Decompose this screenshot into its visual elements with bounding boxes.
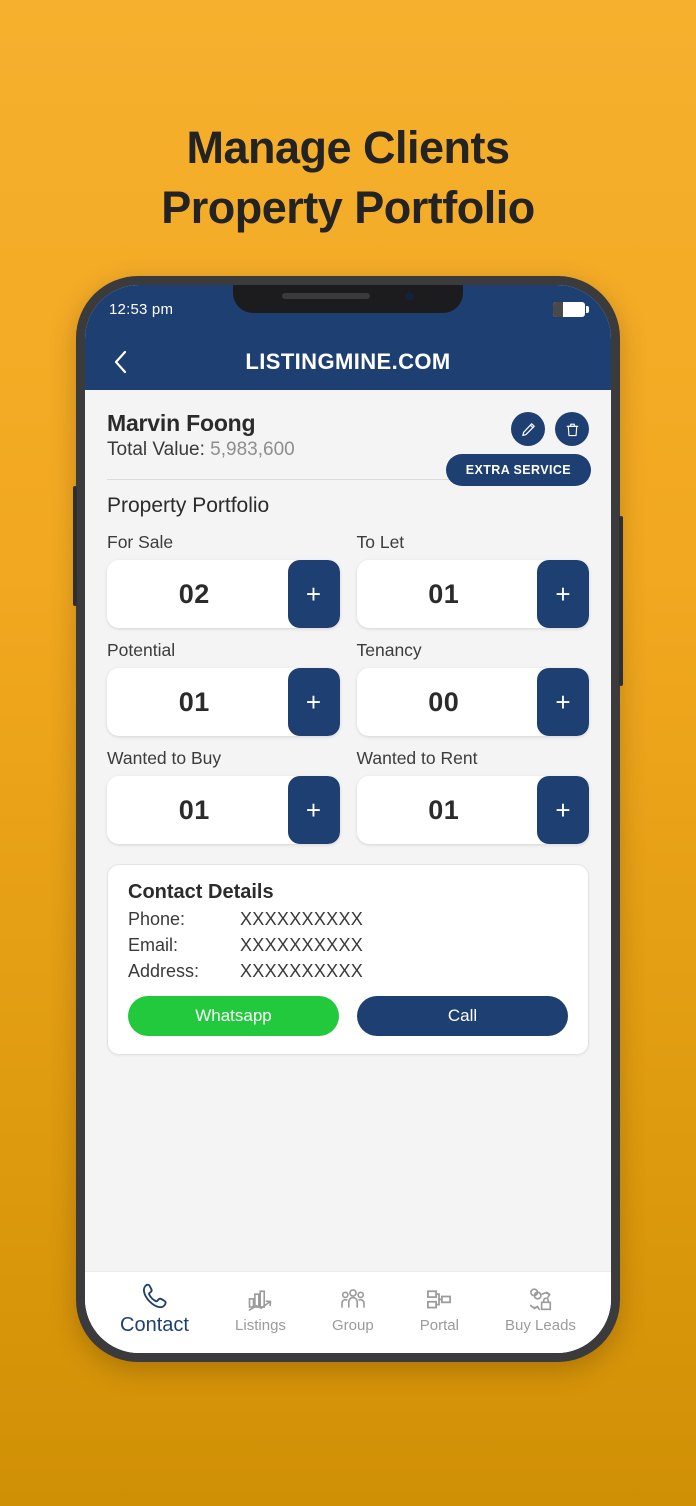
- counter-potential: Potential 01 +: [107, 632, 340, 736]
- contact-key: Address:: [128, 961, 200, 981]
- phone-notch: [233, 285, 463, 313]
- counter-wanted-to-buy: Wanted to Buy 01 +: [107, 740, 340, 844]
- counter-box: 02 +: [107, 560, 340, 628]
- counter-box: 01 +: [356, 560, 589, 628]
- scroll-area[interactable]: Marvin Foong Total Value: 5,983,600 EXTR…: [85, 390, 611, 1271]
- contact-details-card: Contact Details Phone: XXXXXXXXXX Email:…: [107, 864, 589, 1055]
- buildings-chart-icon: [246, 1284, 274, 1314]
- counter-tenancy: Tenancy 00 +: [356, 632, 589, 736]
- counter-value: 01: [428, 794, 460, 825]
- status-time: 12:53 pm: [109, 300, 174, 318]
- add-wanted-to-rent-button[interactable]: +: [537, 776, 589, 844]
- call-button[interactable]: Call: [357, 996, 568, 1036]
- counter-label: Wanted to Rent: [356, 748, 478, 768]
- trash-icon: [566, 423, 578, 436]
- contact-row: Email: XXXXXXXXXX: [128, 932, 568, 958]
- client-summary: Marvin Foong Total Value: 5,983,600 EXTR…: [85, 390, 611, 486]
- delete-button[interactable]: [555, 412, 589, 446]
- contact-details-title: Contact Details: [128, 881, 274, 903]
- counter-wanted-to-rent: Wanted to Rent 01 +: [356, 740, 589, 844]
- app-title: LISTINGMINE.COM: [245, 348, 451, 374]
- phone-icon: [140, 1281, 170, 1311]
- total-value-label: Total Value:: [107, 439, 205, 460]
- nav-label: Listings: [235, 1316, 286, 1334]
- coins-exchange-icon: [526, 1284, 554, 1314]
- nav-label: Portal: [419, 1316, 459, 1334]
- contact-row: Phone: XXXXXXXXXX: [128, 906, 568, 932]
- add-wanted-to-buy-button[interactable]: +: [287, 776, 340, 844]
- contact-actions: Whatsapp Call: [128, 996, 568, 1036]
- counter-label: For Sale: [107, 532, 174, 552]
- counter-box: 01 +: [107, 668, 340, 736]
- add-to-let-button[interactable]: +: [537, 560, 589, 628]
- counter-box: 00 +: [356, 668, 589, 736]
- add-potential-button[interactable]: +: [287, 668, 340, 736]
- contact-value-email: XXXXXXXXXX: [240, 935, 364, 955]
- counter-label: Tenancy: [356, 640, 422, 660]
- screen-content: Marvin Foong Total Value: 5,983,600 EXTR…: [85, 390, 611, 1353]
- counter-box: 01 +: [356, 776, 589, 844]
- total-value-amount: 5,983,600: [210, 439, 295, 460]
- counter-for-sale: For Sale 02 +: [107, 524, 340, 628]
- counter-value: 00: [428, 686, 460, 717]
- extra-service-button[interactable]: EXTRA SERVICE: [445, 454, 591, 486]
- front-camera-icon: [403, 290, 415, 302]
- portfolio-counter-grid: For Sale 02 + To Let 01 + Potential 01 +…: [85, 518, 611, 844]
- status-bar: 12:53 pm: [85, 285, 611, 333]
- contact-key: Email:: [128, 935, 179, 955]
- battery-level: [553, 301, 563, 317]
- speaker-grille: [281, 293, 370, 299]
- counter-value: 01: [178, 794, 210, 825]
- phone-mockup: 12:53 pm LISTINGMINE.COM Marvin Foong To…: [73, 276, 623, 1362]
- nav-item-buy-leads[interactable]: Buy Leads: [505, 1284, 576, 1334]
- counter-value: 01: [428, 578, 460, 609]
- sitemap-icon: [425, 1284, 453, 1314]
- contact-value-address: XXXXXXXXXX: [240, 961, 364, 981]
- nav-item-listings[interactable]: Listings: [235, 1284, 286, 1334]
- nav-label: Buy Leads: [505, 1316, 576, 1334]
- client-actions: [511, 412, 589, 446]
- nav-item-portal[interactable]: Portal: [420, 1284, 459, 1334]
- nav-label: Group: [331, 1316, 374, 1334]
- counter-box: 01 +: [107, 776, 340, 844]
- add-tenancy-button[interactable]: +: [537, 668, 589, 736]
- contact-value-phone: XXXXXXXXXX: [240, 909, 364, 929]
- phone-screen: 12:53 pm LISTINGMINE.COM Marvin Foong To…: [85, 285, 611, 1353]
- app-header: LISTINGMINE.COM: [85, 333, 611, 390]
- counter-label: Potential: [107, 640, 176, 660]
- counter-to-let: To Let 01 +: [356, 524, 589, 628]
- counter-value: 01: [178, 686, 210, 717]
- headline-line-2: Property Portfolio: [161, 182, 535, 233]
- nav-item-contact[interactable]: Contact: [120, 1281, 189, 1337]
- headline-line-1: Manage Clients: [186, 122, 510, 173]
- pencil-icon: [521, 422, 535, 436]
- counter-label: Wanted to Buy: [107, 748, 222, 768]
- page-title: Manage Clients Property Portfolio: [0, 118, 696, 238]
- add-for-sale-button[interactable]: +: [287, 560, 340, 628]
- counter-value: 02: [178, 578, 210, 609]
- battery-icon: [553, 301, 589, 317]
- people-group-icon: [339, 1284, 367, 1314]
- contact-key: Phone:: [128, 909, 186, 929]
- contact-row: Address: XXXXXXXXXX: [128, 958, 568, 984]
- whatsapp-button[interactable]: Whatsapp: [128, 996, 339, 1036]
- nav-label: Contact: [120, 1313, 189, 1336]
- bottom-navigation: Contact Listings Group Portal Buy Leads: [85, 1271, 611, 1353]
- nav-item-group[interactable]: Group: [332, 1284, 374, 1334]
- edit-button[interactable]: [511, 412, 545, 446]
- counter-label: To Let: [356, 532, 405, 552]
